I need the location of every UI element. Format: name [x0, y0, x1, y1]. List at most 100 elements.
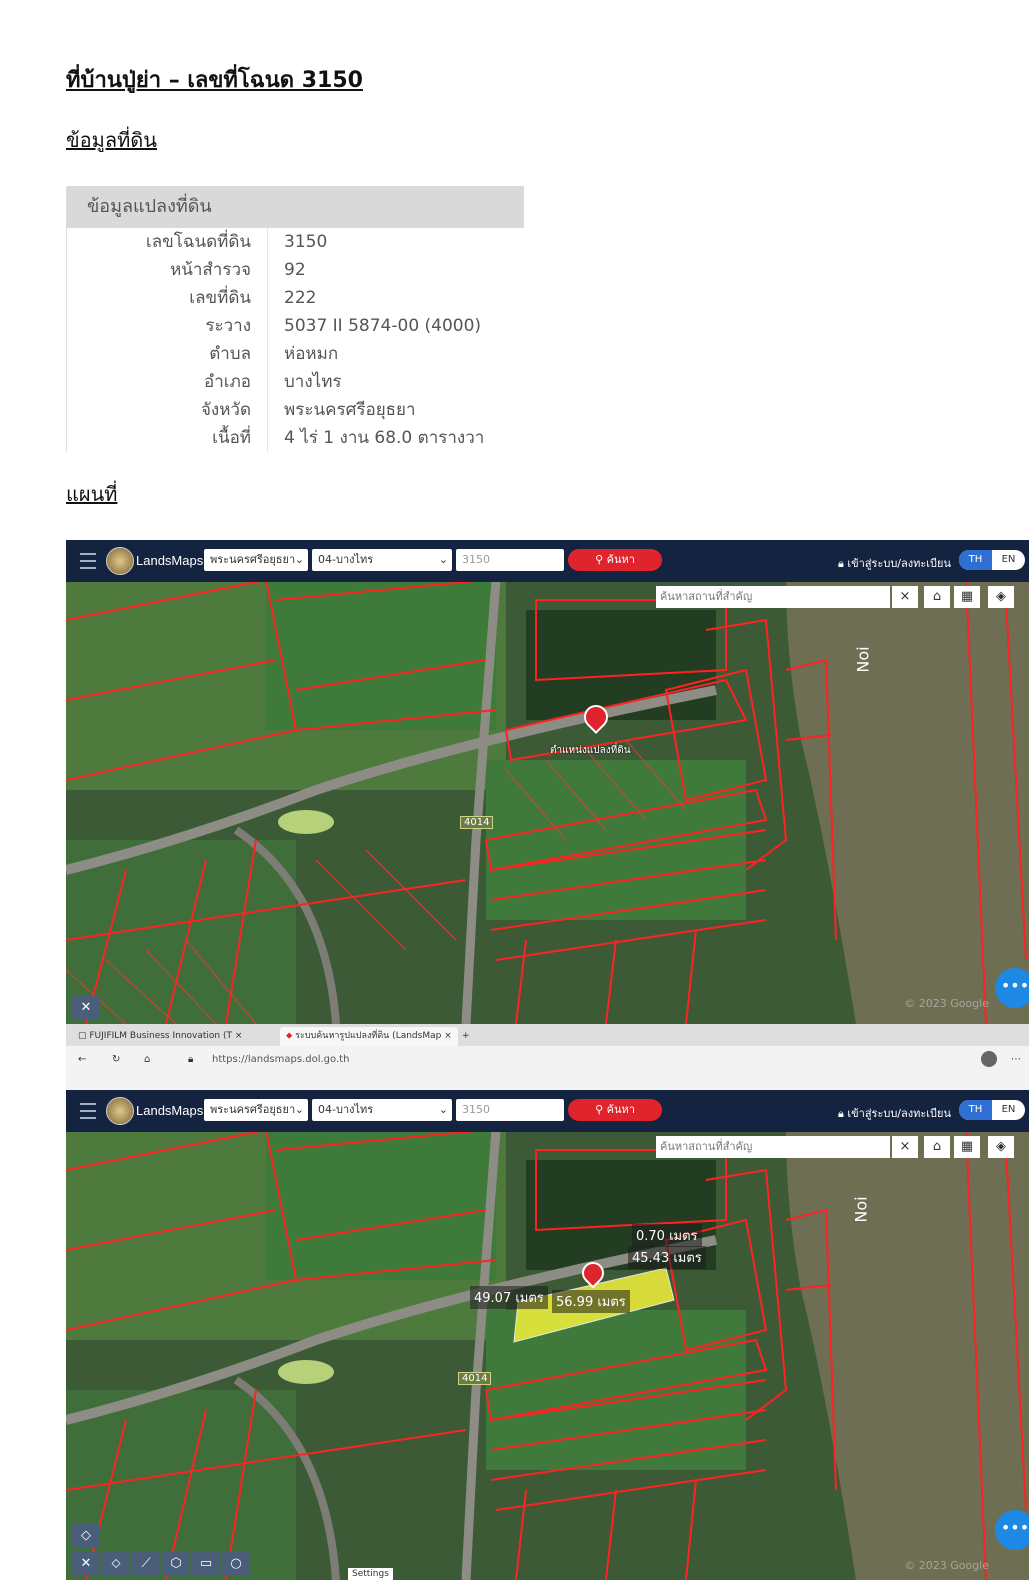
- chevron-down-icon: ⌄: [438, 553, 448, 566]
- info-label: จังหวัด: [67, 396, 268, 424]
- map-tools: ✕ ⬦ ⟋ ⬡ ▭ ○: [72, 1552, 250, 1576]
- marker-label: ตำแหน่งแปลงที่ดิน: [550, 745, 631, 756]
- settings-label[interactable]: Settings: [348, 1568, 393, 1580]
- chevron-down-icon: ⌄: [438, 1103, 448, 1116]
- more-icon[interactable]: ⋯: [1011, 1050, 1021, 1070]
- tools-icon[interactable]: ✕: [72, 996, 100, 1020]
- app-topbar: LandsMaps พระนครศรีอยุธยา ⌄ 04-บางไทร ⌄ 31…: [66, 540, 1029, 582]
- road-label: 4014: [458, 1372, 492, 1385]
- place-search-input[interactable]: ค้นหาสถานที่สำคัญ: [656, 1136, 890, 1158]
- login-link[interactable]: 🔒︎ เข้าสู่ระบบ/ลงทะเบียน: [838, 554, 951, 572]
- profile-avatar[interactable]: [981, 1051, 997, 1067]
- info-label: ระวาง: [67, 312, 268, 340]
- more-options-button[interactable]: •••: [995, 1510, 1029, 1550]
- info-row: ตำบล ห่อหมก: [67, 340, 524, 368]
- deed-number-input[interactable]: 3150: [456, 1099, 564, 1121]
- search-button[interactable]: ⚲ ค้นหา: [568, 1099, 662, 1121]
- lang-th[interactable]: TH: [959, 1100, 992, 1120]
- tab-fujifilm[interactable]: ▢ FUJIFILM Business Innovation (T ×: [72, 1027, 248, 1046]
- province-select[interactable]: พระนครศรีอยุธยา ⌄: [204, 549, 308, 571]
- page-icon: ▢: [78, 1031, 90, 1041]
- info-label: เลขโฉนดที่ดิน: [67, 228, 268, 256]
- info-label: ตำบล: [67, 340, 268, 368]
- lang-th[interactable]: TH: [959, 550, 992, 570]
- info-value: พระนครศรีอยุธยา: [284, 400, 416, 420]
- lang-en[interactable]: EN: [992, 1100, 1025, 1120]
- map-tools: ✕: [72, 996, 100, 1020]
- close-icon[interactable]: ×: [444, 1031, 452, 1041]
- grid-button[interactable]: ▦: [954, 1136, 980, 1158]
- tab-label: ระบบค้นหารูปแปลงที่ดิน (LandsMap: [295, 1031, 442, 1041]
- home-button[interactable]: ⌂: [924, 586, 950, 608]
- land-info-table: ข้อมูลแปลงที่ดิน เลขโฉนดที่ดิน 3150 หน้าส…: [66, 186, 524, 452]
- info-value: 222: [284, 288, 317, 308]
- language-toggle[interactable]: TH EN: [959, 1100, 1025, 1120]
- polygon-tool-icon[interactable]: ⬡: [162, 1552, 190, 1576]
- more-options-button[interactable]: •••: [995, 968, 1029, 1008]
- province-select[interactable]: พระนครศรีอยุธยา ⌄: [204, 1099, 308, 1121]
- eraser-icon[interactable]: ◇: [72, 1524, 100, 1548]
- home-icon: ⌂: [932, 1139, 942, 1154]
- home-icon[interactable]: ⌂: [144, 1050, 150, 1070]
- map-view-1[interactable]: ตำแหน่งแปลงที่ดิน 4014 Noi © 2023 Google…: [66, 540, 1029, 1024]
- lock-icon: 🔒︎: [838, 1107, 848, 1120]
- new-tab-button[interactable]: +: [456, 1027, 476, 1046]
- layers-button[interactable]: ◈: [988, 1136, 1014, 1158]
- rectangle-tool-icon[interactable]: ▭: [192, 1552, 220, 1576]
- home-icon: ⌂: [932, 589, 942, 604]
- landsmaps-logo: [106, 547, 134, 575]
- land-info-heading: ข้อมูลที่ดิน: [66, 128, 157, 152]
- address-bar: ← ↻ ⌂ 🔒︎ https://landsmaps.dol.go.th ⋯: [72, 1050, 1023, 1070]
- login-link[interactable]: 🔒︎ เข้าสู่ระบบ/ลงทะเบียน: [838, 1104, 951, 1122]
- document-title: ที่บ้านปู่ย่า – เลขที่โฉนด 3150: [66, 68, 363, 93]
- measurement-label: 0.70 เมตร: [632, 1224, 702, 1247]
- road-label: 4014: [460, 816, 494, 829]
- place-search-input[interactable]: ค้นหาสถานที่สำคัญ: [656, 586, 890, 608]
- search-icon: ⚲: [595, 553, 607, 566]
- back-icon[interactable]: ←: [78, 1050, 86, 1070]
- info-label: เลขที่ดิน: [67, 284, 268, 312]
- info-label: เนื้อที่: [67, 424, 268, 452]
- home-button[interactable]: ⌂: [924, 1136, 950, 1158]
- satellite-map[interactable]: [66, 540, 1029, 1024]
- info-row: อำเภอ บางไทร: [67, 368, 524, 396]
- tab-landsmaps[interactable]: ⬥ ระบบค้นหารูปแปลงที่ดิน (LandsMap ×: [280, 1027, 458, 1046]
- menu-icon[interactable]: [80, 1103, 96, 1119]
- grid-icon: ▦: [960, 589, 974, 604]
- search-label: ค้นหา: [606, 553, 635, 566]
- district-select[interactable]: 04-บางไทร ⌄: [312, 1099, 452, 1121]
- satellite-map[interactable]: [66, 1090, 1029, 1580]
- lang-en[interactable]: EN: [992, 550, 1025, 570]
- close-icon: ×: [899, 589, 911, 604]
- info-value: 3150: [284, 232, 328, 252]
- tab-strip: ▢ FUJIFILM Business Innovation (T × ⬥ ระ…: [66, 1024, 1029, 1046]
- tools-icon[interactable]: ✕: [72, 1552, 100, 1576]
- measurement-label: 56.99 เมตร: [552, 1290, 630, 1313]
- map-view-2[interactable]: 0.70 เมตร 45.43 เมตร 49.07 เมตร 56.99 เม…: [66, 1090, 1029, 1580]
- reload-icon[interactable]: ↻: [112, 1050, 120, 1070]
- chevron-down-icon: ⌄: [294, 1103, 304, 1116]
- measurement-label: 49.07 เมตร: [470, 1286, 548, 1309]
- lock-icon: 🔒︎: [188, 1054, 194, 1065]
- menu-icon[interactable]: [80, 553, 96, 569]
- deed-number-input[interactable]: 3150: [456, 549, 564, 571]
- marker-tool-icon[interactable]: ⬦: [102, 1552, 130, 1576]
- grid-button[interactable]: ▦: [954, 586, 980, 608]
- clear-search-button[interactable]: ×: [892, 586, 918, 608]
- layers-button[interactable]: ◈: [988, 586, 1014, 608]
- info-label: อำเภอ: [67, 368, 268, 396]
- url-field[interactable]: https://landsmaps.dol.go.th: [212, 1050, 349, 1070]
- search-button[interactable]: ⚲ ค้นหา: [568, 549, 662, 571]
- clear-search-button[interactable]: ×: [892, 1136, 918, 1158]
- lock-icon: 🔒︎: [838, 557, 848, 570]
- line-tool-icon[interactable]: ⟋: [132, 1552, 160, 1576]
- district-value: 04-บางไทร: [318, 553, 374, 566]
- district-select[interactable]: 04-บางไทร ⌄: [312, 549, 452, 571]
- info-row: หน้าสำรวจ 92: [67, 256, 524, 284]
- land-info-header: ข้อมูลแปลงที่ดิน: [67, 186, 524, 228]
- info-value: 4 ไร่ 1 งาน 68.0 ตารางวา: [284, 428, 485, 448]
- language-toggle[interactable]: TH EN: [959, 550, 1025, 570]
- circle-tool-icon[interactable]: ○: [222, 1552, 250, 1576]
- close-icon[interactable]: ×: [235, 1031, 243, 1041]
- map-attribution: © 2023 Google: [904, 1559, 989, 1572]
